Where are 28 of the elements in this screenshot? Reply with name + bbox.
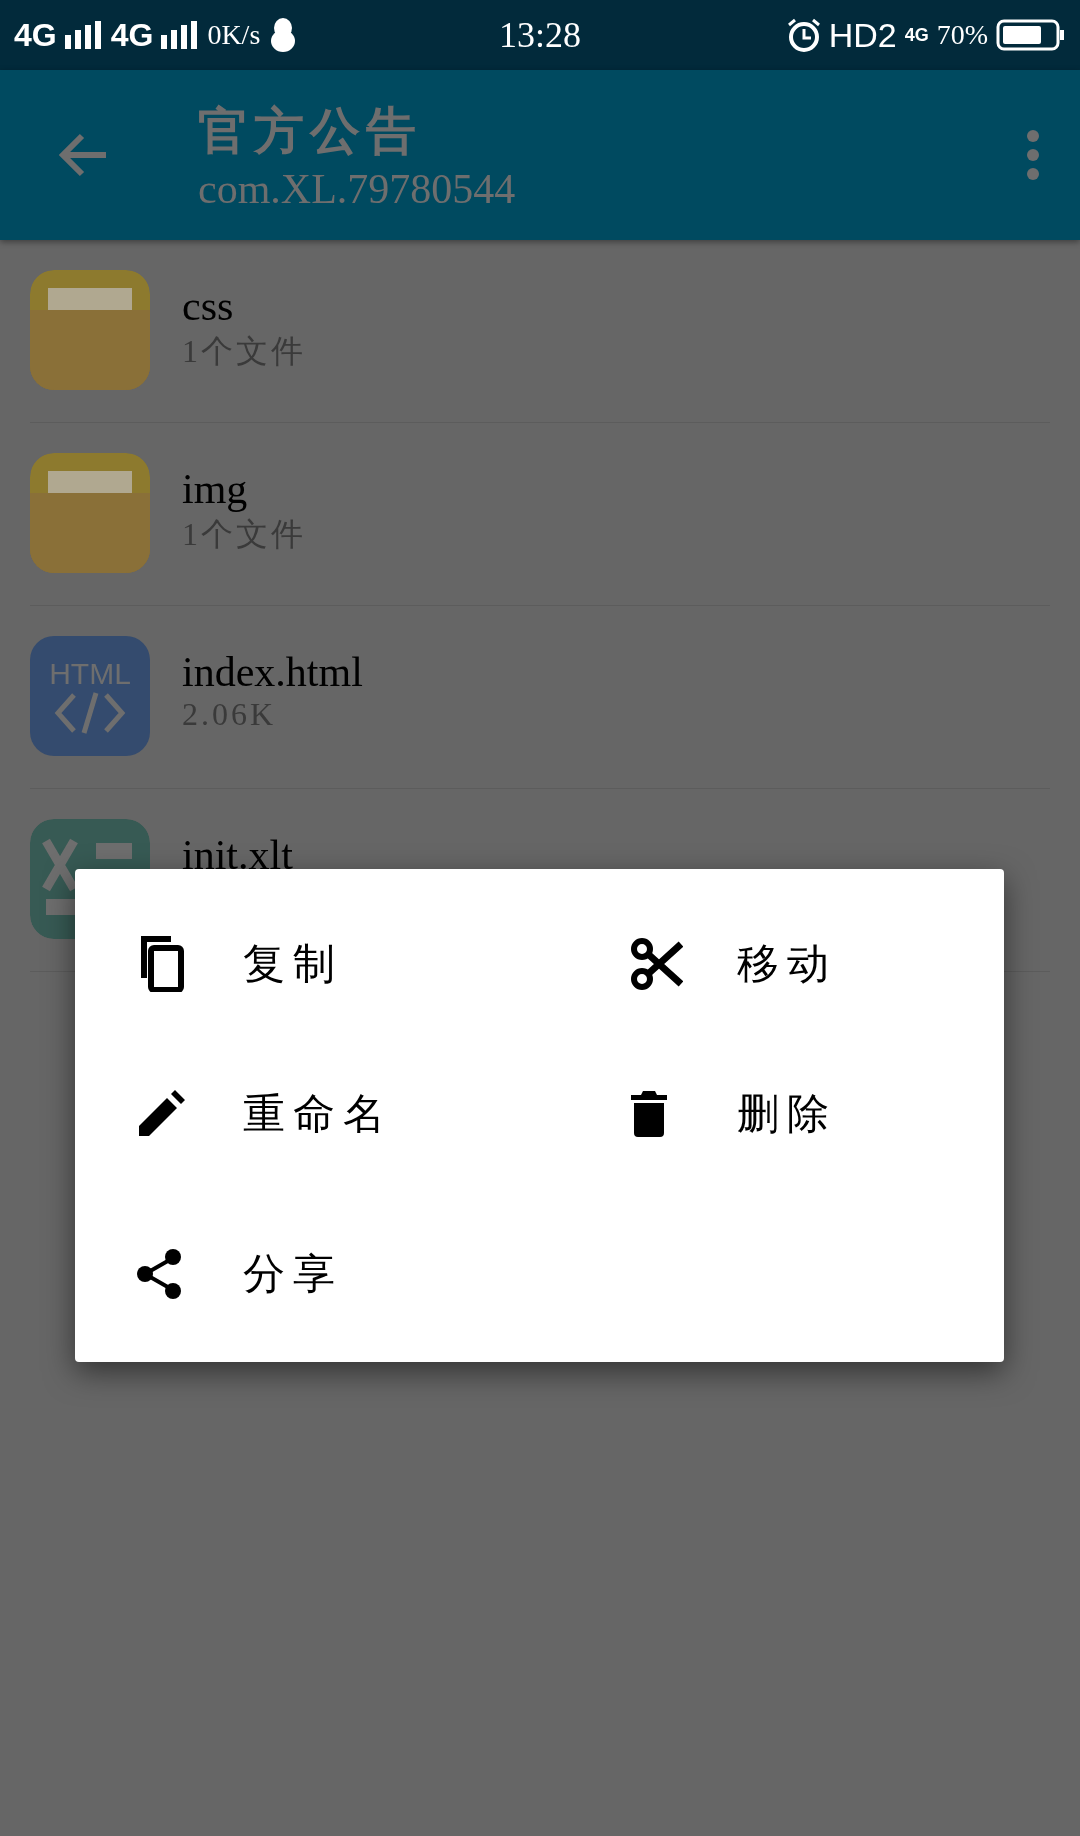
menu-item[interactable]: 复制 bbox=[137, 889, 631, 1039]
file-name[interactable]: css bbox=[182, 282, 306, 330]
data-indicator: 4G bbox=[904, 24, 929, 46]
clock: 13:28 bbox=[499, 14, 581, 56]
hd-indicator: HD2 bbox=[828, 15, 897, 55]
more-icon[interactable] bbox=[1026, 129, 1040, 181]
network-type: 4G bbox=[14, 16, 57, 54]
network-type: 4G bbox=[110, 16, 154, 54]
network-speed: 0K/s bbox=[207, 19, 261, 51]
battery-percent: 70% bbox=[936, 19, 988, 51]
app-title: 官方公告 bbox=[198, 101, 423, 161]
scissors-icon bbox=[631, 938, 683, 990]
signal-icon bbox=[64, 21, 103, 49]
menu-item[interactable]: 删除 bbox=[631, 1039, 1004, 1189]
menu-item[interactable]: 移动 bbox=[631, 889, 1004, 1039]
app-subtitle: com.XL.79780544 bbox=[198, 164, 517, 213]
pencil-icon bbox=[137, 1090, 185, 1138]
html-file-icon: HTML bbox=[30, 636, 150, 756]
back-icon[interactable] bbox=[58, 133, 108, 177]
trash-icon bbox=[631, 1091, 667, 1137]
signal-icon bbox=[161, 21, 200, 49]
file-name[interactable]: img bbox=[182, 465, 306, 513]
battery-icon bbox=[996, 19, 1066, 51]
alarm-icon bbox=[786, 18, 821, 52]
menu-item[interactable]: 重命名 bbox=[137, 1039, 631, 1189]
share-icon bbox=[137, 1249, 181, 1299]
menu-item[interactable]: 分享 bbox=[137, 1189, 631, 1359]
file-name[interactable]: index.html bbox=[182, 648, 363, 696]
